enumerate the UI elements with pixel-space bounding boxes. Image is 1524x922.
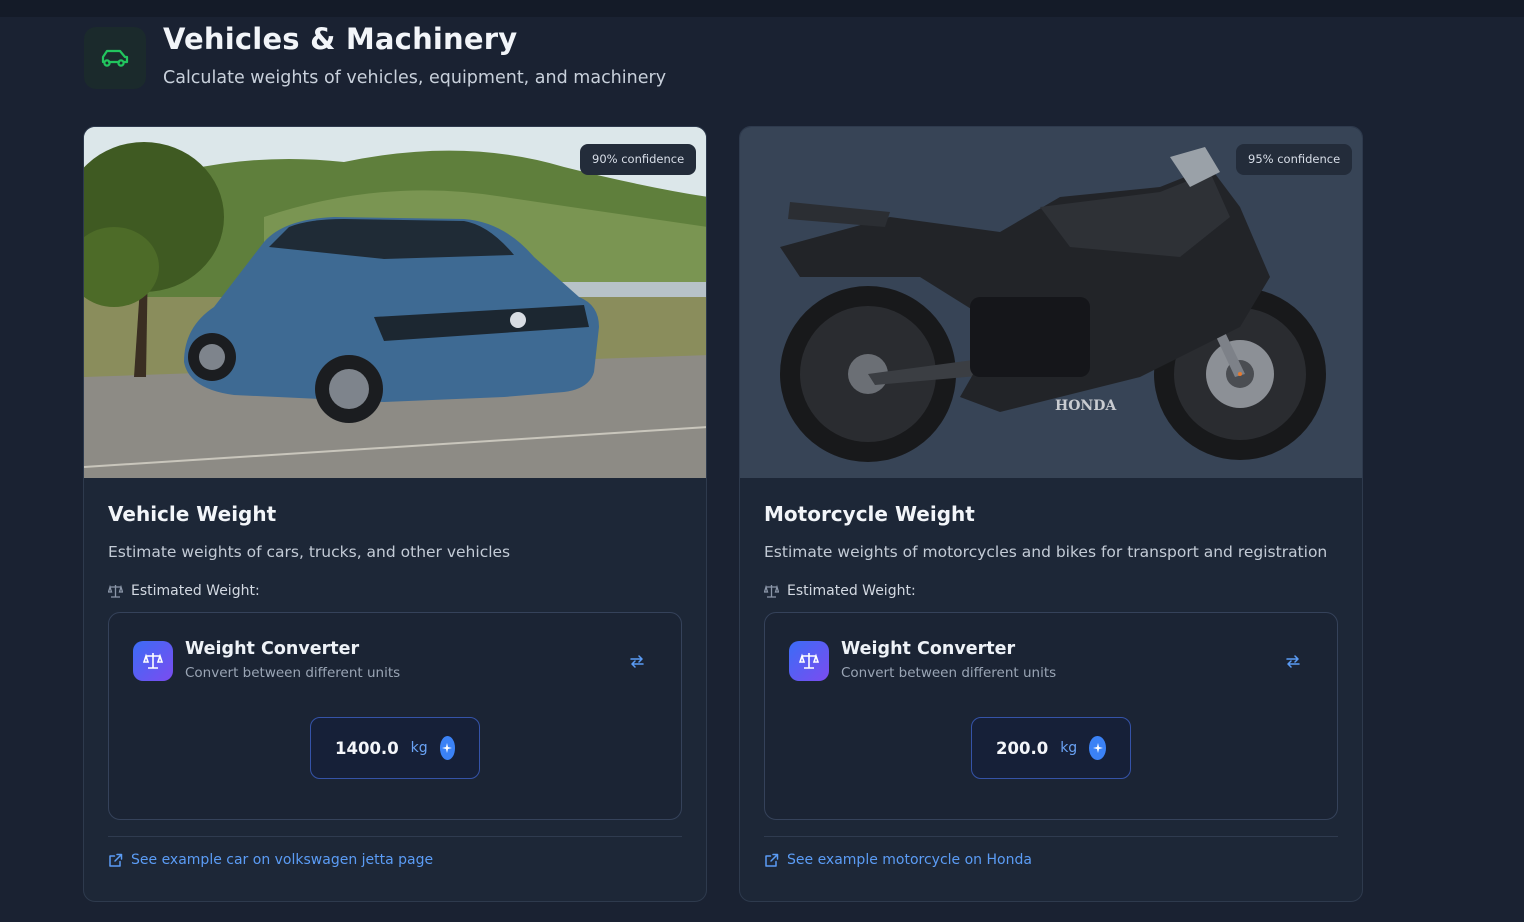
- swap-icon: [630, 654, 644, 668]
- sparkle-icon: [1092, 743, 1103, 753]
- card-title: Vehicle Weight: [108, 502, 277, 526]
- sparkle-icon: [442, 743, 453, 753]
- converter-subtitle: Convert between different units: [841, 665, 1057, 681]
- weight-value-display[interactable]: 1400.0 kg: [310, 717, 480, 779]
- weight-converter: Weight Converter Convert between differe…: [764, 612, 1338, 820]
- weight-converter: Weight Converter Convert between differe…: [108, 612, 682, 820]
- scale-icon: [143, 653, 163, 669]
- card-description: Estimate weights of cars, trucks, and ot…: [108, 543, 511, 561]
- motorcycle-weight-card: HONDA 95% confidence Motorcycle Weight E…: [739, 126, 1363, 902]
- example-link[interactable]: See example motorcycle on Honda: [764, 852, 1032, 868]
- weight-value: 1400.0: [335, 738, 399, 758]
- swap-units-button[interactable]: [625, 651, 649, 671]
- page-subtitle: Calculate weights of vehicles, equipment…: [163, 68, 667, 88]
- estimated-weight-label: Estimated Weight:: [108, 583, 260, 599]
- divider: [108, 836, 682, 837]
- converter-scale-icon-tile: [133, 641, 173, 681]
- scale-icon: [108, 584, 123, 598]
- weight-unit: kg: [410, 740, 428, 756]
- honda-logo: HONDA: [1055, 398, 1117, 414]
- converter-scale-icon-tile: [789, 641, 829, 681]
- sparkle-button[interactable]: [1089, 736, 1106, 760]
- vehicle-image: 90% confidence: [84, 127, 706, 478]
- estimated-weight-text: Estimated Weight:: [787, 583, 916, 599]
- example-link-text: See example motorcycle on Honda: [787, 852, 1032, 868]
- swap-units-button[interactable]: [1281, 651, 1305, 671]
- car-icon: [101, 49, 129, 67]
- converter-subtitle: Convert between different units: [185, 665, 401, 681]
- external-link-icon: [765, 853, 779, 867]
- weight-unit: kg: [1060, 740, 1078, 756]
- converter-title: Weight Converter: [841, 639, 1016, 659]
- page-title: Vehicles & Machinery: [163, 22, 518, 56]
- weight-value: 200.0: [996, 738, 1049, 758]
- example-link-text: See example car on volkswagen jetta page: [131, 852, 434, 868]
- weight-value-display[interactable]: 200.0 kg: [971, 717, 1131, 779]
- confidence-badge: 95% confidence: [1236, 144, 1353, 175]
- card-title: Motorcycle Weight: [764, 502, 975, 526]
- motorcycle-image: HONDA 95% confidence: [740, 127, 1362, 478]
- estimated-weight-text: Estimated Weight:: [131, 583, 260, 599]
- estimated-weight-label: Estimated Weight:: [764, 583, 916, 599]
- divider: [764, 836, 1338, 837]
- scale-icon: [799, 653, 819, 669]
- scale-icon: [764, 584, 779, 598]
- top-bar: [0, 0, 1524, 17]
- sparkle-button[interactable]: [439, 736, 455, 760]
- external-link-icon: [109, 853, 123, 867]
- swap-icon: [1286, 654, 1300, 668]
- example-link[interactable]: See example car on volkswagen jetta page: [108, 852, 433, 868]
- card-description: Estimate weights of motorcycles and bike…: [764, 543, 1328, 561]
- converter-title: Weight Converter: [185, 639, 360, 659]
- vehicle-weight-card: 90% confidence Vehicle Weight Estimate w…: [83, 126, 707, 902]
- car-icon-tile: [84, 27, 146, 89]
- confidence-badge: 90% confidence: [580, 144, 697, 175]
